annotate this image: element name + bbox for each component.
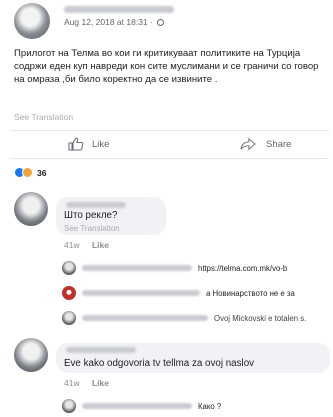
reply-text: a Новинарството не е за <box>206 288 295 298</box>
post-author-avatar[interactable] <box>14 3 50 39</box>
comment-meta: 41w Like <box>64 378 109 388</box>
reply-avatar[interactable] <box>62 399 76 413</box>
post-author-name-blurred[interactable] <box>64 6 174 13</box>
reply-item[interactable]: a Новинарството не е за <box>62 285 295 301</box>
reply-avatar[interactable] <box>62 261 76 275</box>
comment-text: Што рекле? <box>64 210 118 221</box>
like-button[interactable]: Like <box>68 137 109 151</box>
like-label: Like <box>92 138 110 150</box>
commenter-name-blurred[interactable] <box>66 202 126 208</box>
share-button[interactable]: Share <box>240 137 291 151</box>
comment-text: Eve kako odgovoria tv tellma za ovoj nas… <box>64 358 255 369</box>
reply-name-blurred[interactable] <box>82 315 208 321</box>
reply-item[interactable]: https://telma.com.mk/vo-b <box>62 260 287 276</box>
reply-avatar[interactable] <box>62 311 76 325</box>
divider <box>10 158 329 159</box>
commenter-avatar[interactable] <box>14 192 48 226</box>
share-label: Share <box>266 138 292 150</box>
see-translation-link[interactable]: See Translation <box>64 224 120 233</box>
divider <box>10 130 329 131</box>
globe-icon <box>157 19 165 26</box>
post-text: Прилогот на Телма во кои ги критикуваат … <box>14 48 319 85</box>
love-reaction-icon <box>22 167 33 178</box>
share-arrow-icon <box>240 137 258 151</box>
comment-time[interactable]: 41w <box>64 378 80 388</box>
comment-like-link[interactable]: Like <box>92 378 109 388</box>
reply-name-blurred[interactable] <box>82 403 192 409</box>
reply-item[interactable]: Како ? <box>62 398 221 414</box>
comment-like-link[interactable]: Like <box>92 240 109 250</box>
reply-avatar[interactable] <box>62 286 76 300</box>
reply-text: https://telma.com.mk/vo-b <box>198 263 288 273</box>
comment-meta: 41w Like <box>64 240 109 250</box>
reply-name-blurred[interactable] <box>82 265 192 271</box>
reply-name-blurred[interactable] <box>82 290 200 296</box>
reactions-summary[interactable]: 36 <box>14 167 46 178</box>
facebook-post: Aug 12, 2018 at 18:31 · Прилогот на Телм… <box>0 0 333 417</box>
reply-text: Како ? <box>198 401 222 411</box>
commenter-avatar[interactable] <box>14 338 48 372</box>
reply-text: Ovoj Mickovski e totalen s. <box>214 313 307 323</box>
reaction-count: 36 <box>37 167 47 178</box>
comment-time[interactable]: 41w <box>64 240 80 250</box>
post-meta: Aug 12, 2018 at 18:31 · <box>64 17 165 27</box>
reply-item[interactable]: Ovoj Mickovski e totalen s. <box>62 310 306 326</box>
commenter-name-blurred[interactable] <box>66 347 136 353</box>
see-translation-link[interactable]: See Translation <box>14 112 73 122</box>
post-timestamp[interactable]: Aug 12, 2018 at 18:31 · <box>64 17 153 27</box>
thumbs-up-icon <box>68 137 84 151</box>
